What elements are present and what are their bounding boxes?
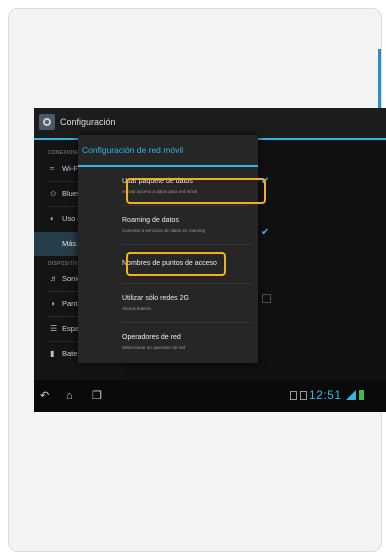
display-icon: ◑ <box>50 299 55 308</box>
back-icon[interactable]: ↶ <box>40 390 49 402</box>
settings-app-icon <box>39 114 55 130</box>
divider <box>122 283 252 284</box>
status-clock: 12:51 <box>309 388 342 402</box>
option-subtitle: Conectar a servicios de datos en roaming <box>122 228 206 233</box>
divider <box>122 205 252 206</box>
signal-icon <box>346 390 356 400</box>
option-title: Roaming de datos <box>122 217 179 224</box>
data-usage-icon: ◐ <box>50 214 55 223</box>
highlight-access-point-names <box>126 252 226 276</box>
recent-apps-icon[interactable]: ❒ <box>92 390 102 402</box>
option-use-only-2g[interactable]: Utilizar sólo redes 2G Ahorra batería <box>78 285 258 321</box>
option-title: Operadores de red <box>122 334 181 341</box>
highlight-use-data-package <box>126 178 266 204</box>
bluetooth-icon: ✩ <box>50 189 57 198</box>
mobile-network-settings-dialog: Configuración de red móvil Usar paquete … <box>78 135 258 363</box>
option-title: Utilizar sólo redes 2G <box>122 295 189 302</box>
dialog-title-bar: Configuración de red móvil <box>78 135 258 167</box>
dialog-title: Configuración de red móvil <box>82 145 184 155</box>
option-network-operators[interactable]: Operadores de red Seleccionar un operado… <box>78 324 258 360</box>
sound-icon: ♬ <box>50 274 58 283</box>
checkbox-checked-icon[interactable]: ✔ <box>261 227 269 238</box>
option-data-roaming[interactable]: Roaming de datos Conectar a servicios de… <box>78 207 258 243</box>
divider <box>122 322 252 323</box>
sd-card-icon <box>290 391 297 400</box>
wifi-icon: ≈ <box>50 164 55 173</box>
storage-icon: ☰ <box>50 324 58 333</box>
notification-icon <box>300 391 307 400</box>
home-icon[interactable]: ⌂ <box>66 390 73 402</box>
battery-status-icon <box>359 390 364 400</box>
system-navigation-bar: ↶ ⌂ ❒ 12:51 <box>34 380 386 412</box>
divider <box>122 244 252 245</box>
checkbox-unchecked-icon[interactable] <box>262 294 271 303</box>
app-title: Configuración <box>60 117 116 127</box>
battery-icon: ▮ <box>50 349 55 358</box>
option-subtitle: Seleccionar un operador de red <box>122 345 186 350</box>
settings-item-label: Wi-Fi <box>62 164 80 173</box>
option-subtitle: Ahorra batería <box>122 306 151 311</box>
